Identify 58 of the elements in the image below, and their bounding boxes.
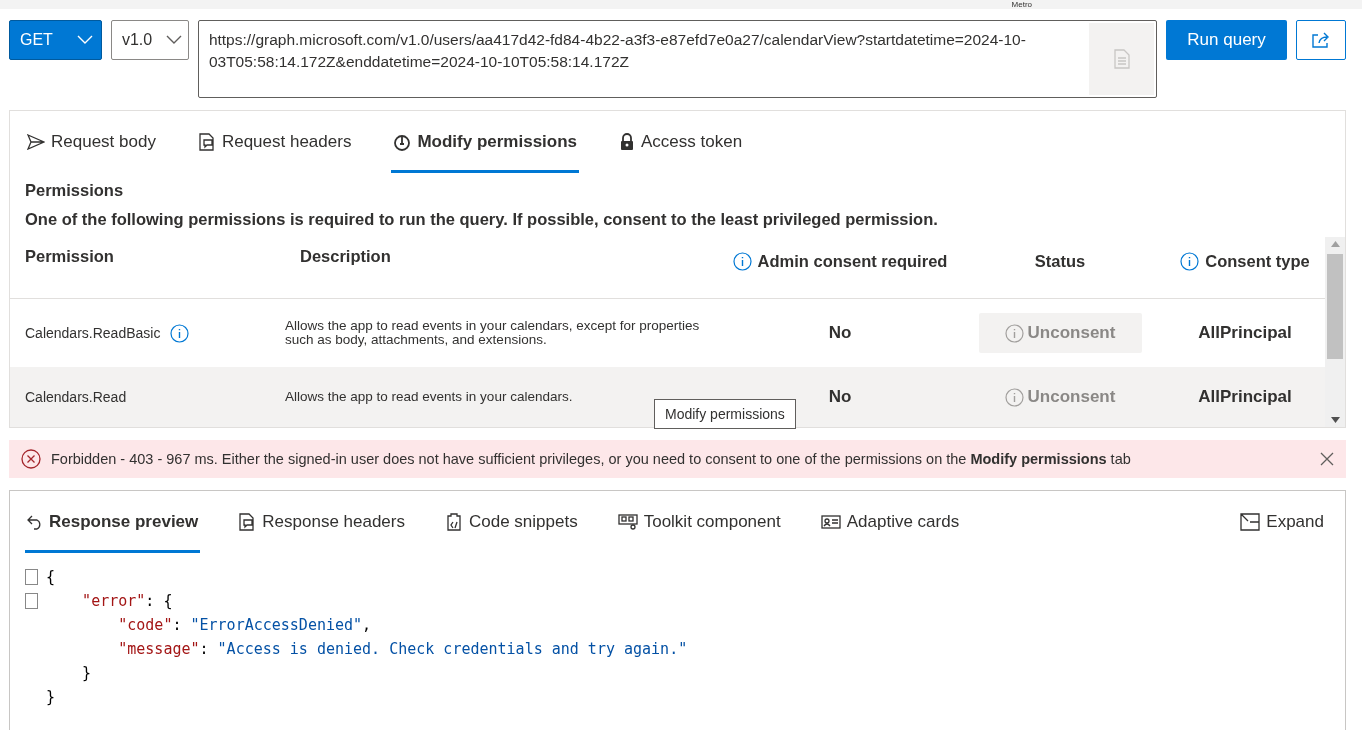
url-field[interactable]: https://graph.microsoft.com/v1.0/users/aa417d42-fd84-4b22-a3f3-e87efd7e0a27/calendarView?startdatetime=2024-10-03T05:58:14.172Z&enddatetime=2024-10-10T05:58:14.172Z bbox=[197, 20, 1158, 98]
column-header: Consent type bbox=[1205, 252, 1310, 271]
fold-marker[interactable] bbox=[25, 569, 38, 585]
permissions-note: One of the following permissions is required to run the query. If possible, consent to the least privileged permission. bbox=[24, 209, 939, 229]
response-tab[interactable]: Adaptive cards bbox=[818, 491, 962, 553]
scroll-down-icon bbox=[1330, 417, 1340, 423]
info-icon bbox=[1004, 387, 1024, 407]
request-tab[interactable]: Request headers bbox=[195, 111, 354, 173]
tooltip: Modify permissions bbox=[654, 399, 796, 429]
column-header: Status bbox=[1034, 252, 1086, 271]
close-button[interactable] bbox=[1320, 452, 1334, 466]
expand-icon bbox=[1240, 513, 1261, 531]
run-query-button[interactable]: Run query bbox=[1166, 20, 1287, 60]
scroll-up-icon bbox=[1330, 241, 1340, 247]
response-tab[interactable]: Toolkit component bbox=[615, 491, 783, 553]
chevron-down-icon bbox=[76, 35, 93, 45]
scrollbar[interactable] bbox=[1325, 237, 1345, 427]
card-icon bbox=[820, 514, 841, 530]
send-icon bbox=[27, 134, 45, 150]
column-header: Admin consent required bbox=[757, 252, 948, 271]
document-icon bbox=[1113, 49, 1130, 69]
close-icon bbox=[1320, 452, 1334, 466]
share-button[interactable] bbox=[1296, 20, 1346, 60]
request-tab[interactable]: Request body bbox=[25, 111, 158, 173]
permissions-heading: Permissions bbox=[24, 180, 125, 200]
error-message: Forbidden - 403 - 967 ms. Either the signed-in user does not have sufficient privileges, or you need to consent to one of the permissions on the Modify permissions tab bbox=[51, 451, 1132, 467]
method-dropdown[interactable]: GET bbox=[9, 20, 102, 60]
permission-name: Calendars.ReadBasic bbox=[25, 325, 161, 341]
lock-icon bbox=[619, 133, 636, 151]
consent-type-value: AllPrincipal bbox=[1198, 323, 1292, 343]
share-icon bbox=[1311, 31, 1331, 49]
expand-button[interactable]: Expand bbox=[1234, 491, 1330, 553]
error-icon bbox=[21, 449, 41, 469]
fold-marker[interactable] bbox=[25, 593, 38, 609]
undo-icon bbox=[27, 514, 43, 530]
permission-description: Allows the app to read events in your calendars. bbox=[285, 390, 574, 404]
document-icon bbox=[197, 133, 216, 151]
column-header: Permission bbox=[25, 247, 114, 266]
component-icon bbox=[617, 514, 638, 530]
permission-description: Allows the app to read events in your calendars, except for properties such as body, attachments, and extensions. bbox=[285, 319, 701, 347]
column-header: Description bbox=[300, 247, 391, 266]
scrollbar-thumb[interactable] bbox=[1327, 253, 1343, 359]
response-tab[interactable]: Response headers bbox=[236, 491, 407, 553]
document-icon bbox=[238, 513, 257, 531]
admin-consent-value: No bbox=[828, 387, 852, 407]
response-code: { "error": { "code": "ErrorAccessDenied", "message": "Access is denied. Check credentials and try again." } } bbox=[10, 553, 1345, 721]
request-tab[interactable]: Access token bbox=[617, 111, 745, 173]
admin-consent-value: No bbox=[828, 323, 852, 343]
clipboard-icon bbox=[445, 513, 463, 531]
response-tab[interactable]: Response preview bbox=[25, 491, 201, 553]
response-tab[interactable]: Code snippets bbox=[443, 491, 580, 553]
request-tab[interactable]: Modify permissions bbox=[391, 111, 580, 173]
consent-type-value: AllPrincipal bbox=[1198, 387, 1292, 407]
top-bar-label: Metro bbox=[1011, 0, 1032, 9]
chevron-down-icon bbox=[165, 35, 182, 45]
permission-name: Calendars.Read bbox=[25, 389, 127, 405]
version-dropdown[interactable]: v1.0 bbox=[110, 20, 189, 60]
info-icon bbox=[1004, 323, 1024, 343]
